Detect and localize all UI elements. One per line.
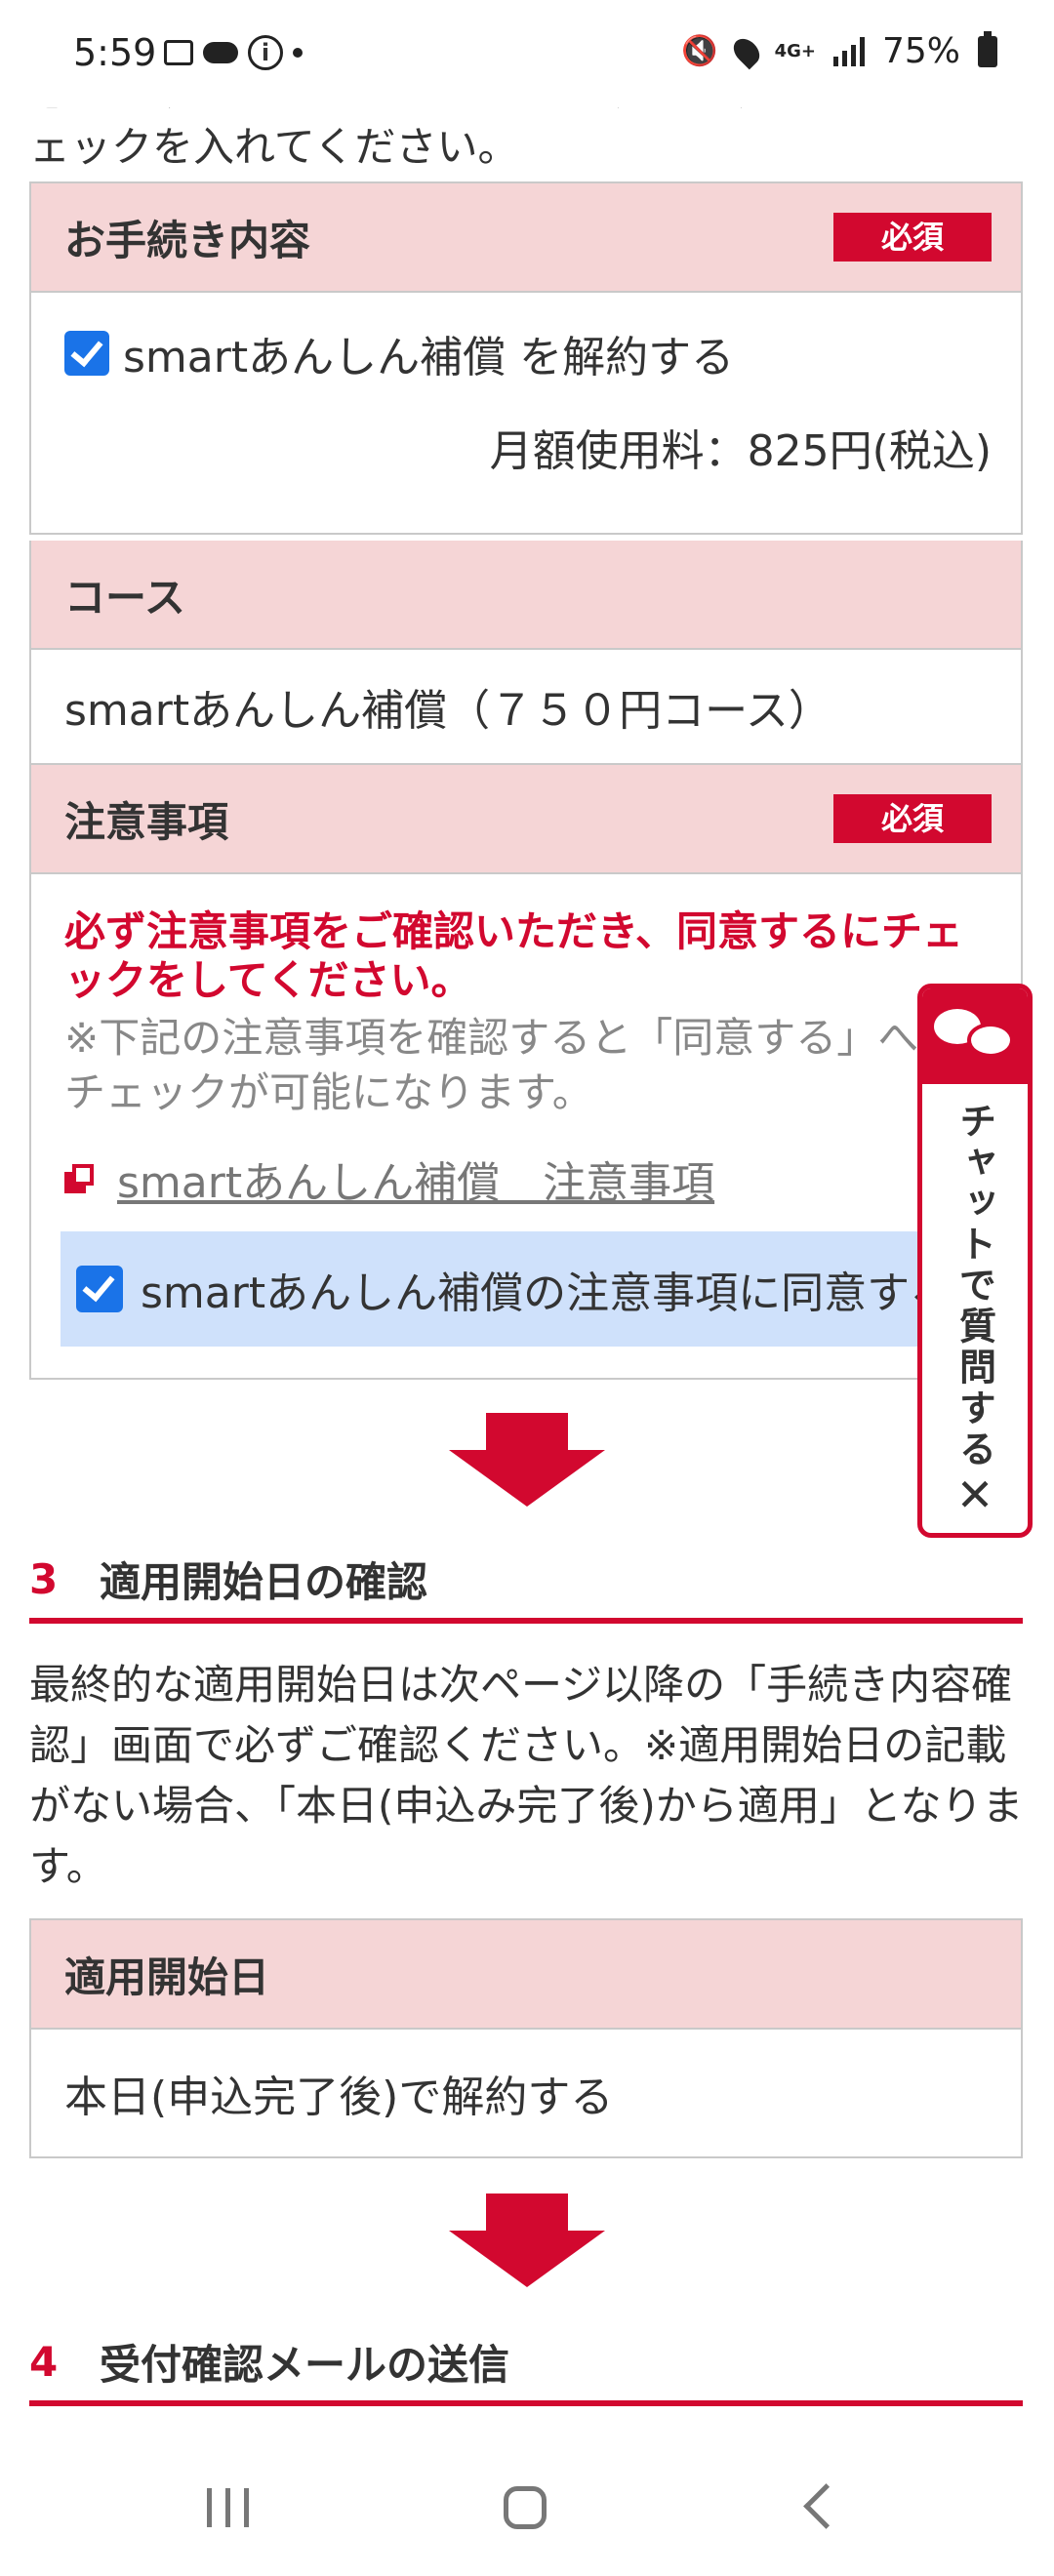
intro-line-2: ェックを入れてください。 — [29, 123, 519, 171]
procedure-title: お手続き内容 — [64, 216, 311, 264]
status-bar: 5:59 i 🔇 4G+ 75% — [0, 0, 1054, 107]
image-icon — [164, 40, 193, 65]
start-date-title: 適用開始日 — [64, 1952, 270, 2001]
dot-icon — [293, 48, 303, 58]
required-badge: 必須 — [833, 794, 992, 843]
info-icon: i — [248, 35, 283, 70]
status-time: 5:59 — [73, 31, 157, 74]
start-date-header: 適用開始日 — [31, 1920, 1021, 2030]
notes-link-row[interactable]: smartあんしん補償 注意事項 — [64, 1147, 988, 1210]
course-value: smartあんしん補償（７５０円コース） — [64, 686, 831, 736]
agree-label: smartあんしん補償の注意事項に同意する — [141, 1268, 953, 1318]
battery-icon — [978, 30, 997, 67]
start-date-value: 本日(申込完了後)で解約する — [64, 2073, 614, 2122]
procedure-header: お手続き内容 必須 — [31, 183, 1021, 293]
home-icon[interactable] — [504, 2486, 547, 2529]
course-body: smartあんしん補償（７５０円コース） — [31, 650, 1021, 763]
section-4-heading: 4 受付確認メールの送信 — [29, 2322, 1023, 2406]
section-3-heading: 3 適用開始日の確認 — [29, 1540, 1023, 1624]
required-badge: 必須 — [833, 213, 992, 262]
cancel-checkbox-row[interactable]: smartあんしん補償 を解約する — [64, 322, 734, 384]
course-header: コース — [31, 541, 1021, 650]
section-4-title: 受付確認メールの送信 — [100, 2340, 510, 2389]
monthly-fee: 月額使用料：825円(税込) — [489, 426, 992, 476]
chat-header[interactable] — [922, 988, 1028, 1084]
start-date-body: 本日(申込完了後)で解約する — [31, 2030, 1021, 2156]
recent-apps-icon[interactable] — [207, 2488, 249, 2527]
system-nav-bar — [0, 2439, 1054, 2576]
section-3-text: 最終的な適用開始日は次ページ以降の「手続き内容確認」画面で必ずご確認ください。※… — [29, 1661, 1024, 1890]
section-3-number: 3 — [29, 1554, 59, 1603]
procedure-box: お手続き内容 必須 smartあんしん補償 を解約する 月額使用料：825円(税… — [29, 181, 1023, 535]
course-box: コース smartあんしん補償（７５０円コース） — [29, 541, 1023, 765]
system-icons: 🔇 4G+ 75% — [681, 30, 997, 71]
chat-label[interactable]: チャットで質問する — [949, 1102, 1002, 1472]
external-link-icon — [64, 1164, 94, 1193]
cancel-checkbox-label: smartあんしん補償 を解約する — [123, 333, 735, 382]
back-icon[interactable] — [803, 2483, 849, 2529]
down-arrow-icon — [449, 1413, 605, 1507]
notes-link[interactable]: smartあんしん補償 注意事項 — [117, 1147, 714, 1210]
chat-widget[interactable]: チャットで質問する ✕ — [917, 984, 1033, 1538]
agree-checkbox[interactable] — [76, 1266, 123, 1312]
section-3-title: 適用開始日の確認 — [100, 1557, 428, 1606]
notes-title: 注意事項 — [64, 797, 229, 846]
mute-icon: 🔇 — [681, 34, 718, 68]
cancel-checkbox[interactable] — [64, 331, 109, 376]
notes-header: 注意事項 必須 — [31, 765, 1021, 874]
down-arrow-icon — [449, 2194, 605, 2287]
close-icon[interactable]: ✕ — [922, 1469, 1028, 1521]
battery-percent: 75% — [881, 31, 960, 71]
agree-checkbox-row[interactable]: smartあんしん補償の注意事項に同意する — [61, 1231, 978, 1347]
notes-box: 注意事項 必須 必ず注意事項をご確認いただき、同意するにチェックをしてください。… — [29, 765, 1023, 1380]
cloud-icon — [203, 42, 238, 63]
notification-icons: i — [164, 35, 303, 70]
start-date-box: 適用開始日 本日(申込完了後)で解約する — [29, 1918, 1023, 2158]
notes-hint: ※下記の注意事項を確認すると「同意する」へのチェックが可能になります。 — [64, 1014, 960, 1116]
network-type: 4G+ — [774, 40, 816, 61]
location-icon — [728, 33, 764, 69]
chat-bubbles-icon — [934, 1005, 1016, 1067]
section-4-number: 4 — [29, 2337, 59, 2386]
notes-body: 必ず注意事項をご確認いただき、同意するにチェックをしてください。 ※下記の注意事… — [31, 874, 1021, 1210]
course-title: コース — [64, 573, 185, 622]
signal-icon — [832, 36, 865, 66]
procedure-body: smartあんしん補償 を解約する 月額使用料：825円(税込) — [31, 293, 1021, 533]
notes-warning: 必ず注意事項をご確認いただき、同意するにチェックをしてください。 — [64, 907, 964, 1004]
